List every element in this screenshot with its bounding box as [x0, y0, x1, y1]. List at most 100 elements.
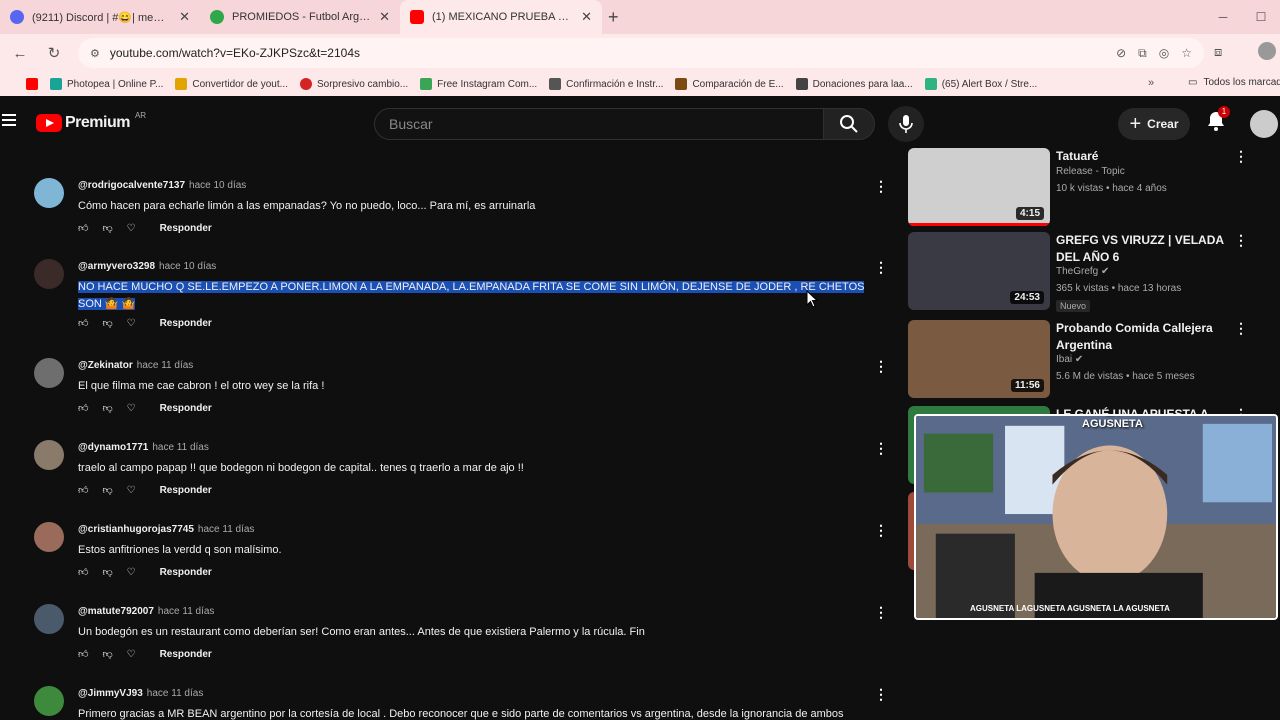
comment-time[interactable]: hace 11 días [137, 360, 194, 371]
comment-time[interactable]: hace 10 días [189, 180, 246, 191]
video-title[interactable]: GREFG VS VIRUZZ | VELADA DEL AÑO 6 [1056, 232, 1236, 266]
reply-button[interactable]: Responder [160, 485, 212, 496]
comment-time[interactable]: hace 11 días [152, 442, 209, 453]
thumbs-down-icon[interactable]: 👎︎ [102, 566, 112, 578]
video-menu-icon[interactable]: ⋮ [1234, 320, 1248, 337]
reload-icon[interactable]: ↻ [40, 44, 68, 62]
notifications-button[interactable]: 1 [1206, 106, 1230, 137]
thumbs-down-icon[interactable]: 👎︎ [102, 484, 112, 496]
eye-off-icon[interactable]: ⊘ [1116, 46, 1126, 61]
cast-icon[interactable]: ⧉ [1138, 46, 1147, 61]
commenter-avatar[interactable] [34, 440, 64, 470]
bookmark-confirmacion[interactable]: Confirmación e Instr... [549, 78, 663, 90]
bookmark-youtube[interactable] [26, 78, 38, 90]
account-avatar[interactable] [1250, 110, 1278, 138]
heart-icon[interactable]: ♡ [127, 403, 136, 414]
commenter-avatar[interactable] [34, 178, 64, 208]
close-tab-icon[interactable]: ✕ [581, 9, 592, 25]
comment-menu-icon[interactable]: ⋮ [874, 440, 888, 457]
bookmark-donaciones[interactable]: Donaciones para laa... [795, 78, 913, 90]
back-icon[interactable]: ← [6, 45, 34, 62]
comment-menu-icon[interactable]: ⋮ [874, 178, 888, 195]
reply-button[interactable]: Responder [160, 318, 212, 329]
video-channel[interactable]: Release - Topic [1056, 166, 1125, 177]
comment-time[interactable]: hace 11 días [158, 606, 215, 617]
recommended-video[interactable]: 11:56 Probando Comida Callejera Argentina… [908, 320, 1280, 402]
video-menu-icon[interactable]: ⋮ [1234, 148, 1248, 165]
thumbs-up-icon[interactable]: 👍︎ [78, 317, 88, 329]
commenter-avatar[interactable] [34, 522, 64, 552]
thumbs-up-icon[interactable]: 👍︎ [78, 484, 88, 496]
url-bar[interactable]: ⚙ youtube.com/watch?v=EKo-ZJKPSzc&t=2104… [78, 38, 1204, 68]
extensions-icon[interactable]: ⧈ [1214, 44, 1222, 60]
thumbs-down-icon[interactable]: 👎︎ [102, 317, 112, 329]
reply-button[interactable]: Responder [160, 649, 212, 660]
bookmark-photopea[interactable]: Photopea | Online P... [50, 78, 163, 90]
close-tab-icon[interactable]: ✕ [179, 9, 190, 25]
bookmark-comparacion[interactable]: Comparación de E... [675, 78, 784, 90]
comment-author[interactable]: @cristianhugorojas7745 [78, 524, 194, 535]
thumbs-up-icon[interactable]: 👍︎ [78, 402, 88, 414]
all-bookmarks-folder[interactable]: ▭ Todos los marcad [1188, 77, 1280, 88]
commenter-avatar[interactable] [34, 686, 64, 716]
voice-search-button[interactable] [888, 106, 924, 142]
comment-menu-icon[interactable]: ⋮ [874, 259, 888, 276]
comment-author[interactable]: @armyvero3298 [78, 261, 155, 272]
more-bookmarks-icon[interactable]: » [1148, 77, 1154, 89]
bookmark-alertbox[interactable]: (65) Alert Box / Stre... [924, 78, 1037, 90]
comment-author[interactable]: @Zekinator [78, 360, 133, 371]
reply-button[interactable]: Responder [160, 223, 212, 234]
browser-tab-promiedos[interactable]: PROMIEDOS - Futbol Argentino ✕ [200, 0, 400, 34]
comment-author[interactable]: @matute792007 [78, 606, 154, 617]
commenter-avatar[interactable] [34, 259, 64, 289]
new-tab-button[interactable]: + [608, 7, 619, 28]
comment-author[interactable]: @rodrigocalvente7137 [78, 180, 185, 191]
close-tab-icon[interactable]: ✕ [379, 9, 390, 25]
comment-time[interactable]: hace 10 días [159, 261, 216, 272]
channel-name[interactable]: Ibai [1056, 354, 1072, 365]
video-thumbnail[interactable]: 11:56 [908, 320, 1050, 398]
comment-time[interactable]: hace 11 días [147, 688, 204, 699]
recommended-video[interactable]: 24:53 GREFG VS VIRUZZ | VELADA DEL AÑO 6T… [908, 232, 1280, 314]
video-channel[interactable]: Ibai ✔ [1056, 354, 1083, 365]
comment-time[interactable]: hace 11 días [198, 524, 255, 535]
hamburger-menu-icon[interactable] [2, 114, 16, 126]
video-thumbnail[interactable]: 24:53 [908, 232, 1050, 310]
comment-menu-icon[interactable]: ⋮ [874, 686, 888, 703]
maximize-icon[interactable]: ☐ [1242, 10, 1280, 24]
comment-menu-icon[interactable]: ⋮ [874, 358, 888, 375]
thumbs-down-icon[interactable]: 👎︎ [102, 402, 112, 414]
video-title[interactable]: Tatuaré [1056, 148, 1236, 165]
create-button[interactable]: + Crear [1118, 108, 1190, 140]
thumbs-down-icon[interactable]: 👎︎ [102, 222, 112, 234]
thumbs-up-icon[interactable]: 👍︎ [78, 222, 88, 234]
recommended-video[interactable]: 4:15 Tatuaré Release - Topic 10 k vistas • … [908, 148, 1280, 230]
comment-author[interactable]: @dynamo1771 [78, 442, 148, 453]
profile-icon[interactable] [1258, 42, 1276, 60]
bookmark-instagram[interactable]: Free Instagram Com... [420, 78, 537, 90]
thumbs-up-icon[interactable]: 👍︎ [78, 648, 88, 660]
thumbs-down-icon[interactable]: 👎︎ [102, 648, 112, 660]
heart-icon[interactable]: ♡ [127, 223, 136, 234]
site-info-icon[interactable]: ⚙ [90, 47, 100, 60]
youtube-logo[interactable]: Premium AR [36, 111, 146, 132]
browser-tab-youtube[interactable]: (1) MEXICANO PRUEBA UNA P ✕ [400, 0, 602, 34]
video-title[interactable]: Probando Comida Callejera Argentina [1056, 320, 1236, 354]
heart-icon[interactable]: ♡ [127, 485, 136, 496]
reply-button[interactable]: Responder [160, 403, 212, 414]
bookmark-sorpresivo[interactable]: Sorpresivo cambio... [299, 78, 408, 90]
minimize-icon[interactable]: ─ [1204, 10, 1242, 24]
bookmark-star-icon[interactable]: ☆ [1181, 46, 1192, 61]
search-input[interactable]: Buscar [374, 108, 824, 140]
heart-icon[interactable]: ♡ [127, 318, 136, 329]
video-thumbnail[interactable]: 4:15 [908, 148, 1050, 226]
comment-author[interactable]: @JimmyVJ93 [78, 688, 143, 699]
video-menu-icon[interactable]: ⋮ [1234, 232, 1248, 249]
browser-tab-discord[interactable]: (9211) Discord | #😄| memes | ✕ [0, 0, 200, 34]
privacy-icon[interactable]: ◎ [1159, 46, 1169, 61]
bookmark-convertidor[interactable]: Convertidor de yout... [175, 78, 288, 90]
reply-button[interactable]: Responder [160, 567, 212, 578]
comment-menu-icon[interactable]: ⋮ [874, 604, 888, 621]
channel-name[interactable]: Release - Topic [1056, 166, 1125, 177]
commenter-avatar[interactable] [34, 604, 64, 634]
